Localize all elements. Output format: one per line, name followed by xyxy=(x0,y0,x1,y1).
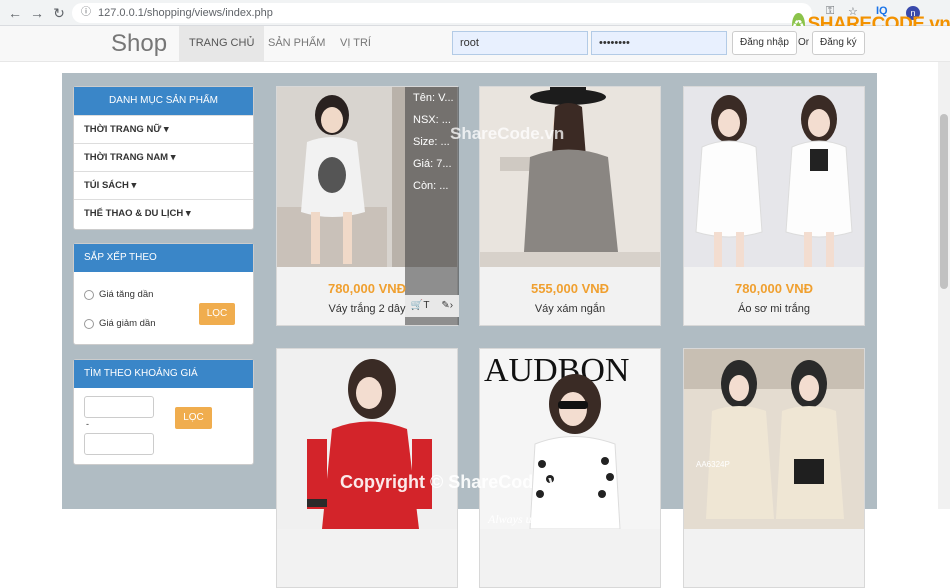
price-separator: - xyxy=(86,419,89,429)
scrollbar-thumb[interactable] xyxy=(940,114,948,289)
sort-filter-button[interactable]: LỌC xyxy=(199,303,235,325)
price-min-input[interactable] xyxy=(84,396,154,418)
product-name[interactable]: Áo sơ mi trắng xyxy=(684,303,864,315)
category-label: THỜI TRANG NAM xyxy=(84,152,169,163)
category-label: THỜI TRANG NỮ xyxy=(84,124,162,135)
product-image[interactable] xyxy=(684,87,864,267)
price-panel-title: TÌM THEO KHOẢNG GIÁ xyxy=(74,360,253,388)
product-image[interactable] xyxy=(480,87,660,267)
category-panel-title: DANH MỤC SẢN PHẨM xyxy=(74,87,253,115)
brand-logo[interactable]: Shop xyxy=(111,30,167,58)
caret-down-icon: ▾ xyxy=(170,152,176,163)
caret-down-icon: ▾ xyxy=(185,208,191,219)
product-card[interactable]: AUDBON Always use elegant xyxy=(479,348,661,588)
sort-panel-title: SẮP XẾP THEO xyxy=(74,244,253,272)
caret-down-icon: ▾ xyxy=(163,124,169,135)
product-price: 780,000 VNĐ xyxy=(327,281,407,296)
register-button[interactable]: Đăng ký xyxy=(812,31,865,55)
copyright-watermark: Copyright © ShareCode.vn xyxy=(340,472,570,492)
category-panel: DANH MỤC SẢN PHẨM THỜI TRANG NỮ ▾ THỜI T… xyxy=(73,86,254,230)
product-card[interactable] xyxy=(276,348,458,588)
magazine-caption: Always use elegant xyxy=(487,512,581,526)
sort-option-desc[interactable]: Giá giảm dần xyxy=(84,318,156,329)
price-max-input[interactable] xyxy=(84,433,154,455)
url-text: 127.0.0.1/shopping/views/index.php xyxy=(98,7,273,19)
radio-button[interactable] xyxy=(84,289,94,300)
top-navbar: Shop TRANG CHỦ SẢN PHẨM VỊ TRÍ root ••••… xyxy=(0,26,950,62)
category-label: TÚI SÁCH xyxy=(84,180,129,191)
sort-panel: SẮP XẾP THEO Giá tăng dần Giá giảm dần L… xyxy=(73,243,254,345)
page-scrollbar[interactable] xyxy=(938,62,950,509)
category-item[interactable]: THỂ THAO & DU LỊCH ▾ xyxy=(74,199,253,227)
username-input[interactable]: root xyxy=(452,31,588,55)
info-icon[interactable]: ⓘ xyxy=(81,3,91,23)
product-card[interactable]: 780,000 VNĐ Áo sơ mi trắng xyxy=(683,86,865,326)
category-item[interactable]: THỜI TRANG NỮ ▾ xyxy=(74,115,253,143)
password-input[interactable]: •••••••• xyxy=(591,31,727,55)
product-image[interactable] xyxy=(277,349,457,529)
image-tag: AA6324P xyxy=(696,460,730,469)
overlay-name: Tên: V... xyxy=(413,92,454,104)
overlay-price: Giá: 7... xyxy=(413,158,452,170)
reload-icon[interactable]: ↻ xyxy=(50,4,68,22)
product-price: 780,000 VNĐ xyxy=(734,281,814,296)
sort-option-asc[interactable]: Giá tăng dần xyxy=(84,289,153,300)
back-icon[interactable]: ← xyxy=(6,4,24,22)
product-card[interactable]: 555,000 VNĐ Váy xám ngắn xyxy=(479,86,661,326)
nav-san-pham[interactable]: SẢN PHẨM xyxy=(258,26,335,61)
product-image[interactable]: AA6324P xyxy=(684,349,864,529)
sort-option-label: Giá tăng dần xyxy=(99,289,154,300)
login-button[interactable]: Đăng nhập xyxy=(732,31,797,55)
address-bar[interactable]: ⓘ 127.0.0.1/shopping/views/index.php xyxy=(72,3,812,23)
category-label: THỂ THAO & DU LỊCH xyxy=(84,208,184,219)
caret-down-icon: ▾ xyxy=(131,180,137,191)
product-card[interactable]: AA6324P xyxy=(683,348,865,588)
nav-vi-tri[interactable]: VỊ TRÍ xyxy=(330,26,381,61)
product-image[interactable]: AUDBON Always use elegant xyxy=(480,349,660,529)
nav-trang-chu[interactable]: TRANG CHỦ xyxy=(179,26,265,61)
sort-option-label: Giá giảm dần xyxy=(99,318,156,329)
product-name[interactable]: Váy xám ngắn xyxy=(480,303,660,315)
radio-button[interactable] xyxy=(84,318,94,329)
overlay-stock: Còn: ... xyxy=(413,180,449,192)
category-item[interactable]: TÚI SÁCH ▾ xyxy=(74,171,253,199)
product-card[interactable]: Tên: V... NSX: ... Size: ... Giá: 7... C… xyxy=(276,86,459,326)
center-watermark: ShareCode.vn xyxy=(450,124,565,143)
category-item[interactable]: THỜI TRANG NAM ▾ xyxy=(74,143,253,171)
product-price: 555,000 VNĐ xyxy=(530,281,610,296)
price-filter-button[interactable]: LỌC xyxy=(175,407,212,429)
or-label: Or xyxy=(798,37,810,48)
price-range-panel: TÌM THEO KHOẢNG GIÁ - LỌC xyxy=(73,359,254,465)
product-name[interactable]: Váy trắng 2 dây xyxy=(277,303,457,315)
forward-icon[interactable]: → xyxy=(28,4,46,22)
